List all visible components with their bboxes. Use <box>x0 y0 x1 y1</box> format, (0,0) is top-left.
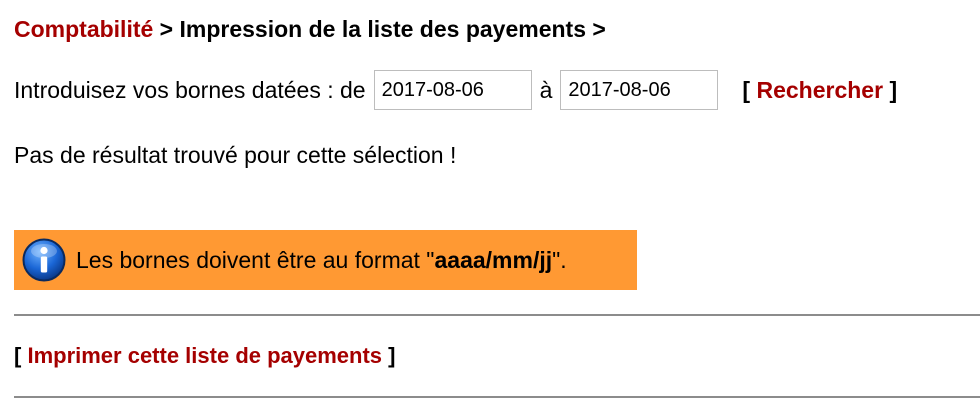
page-title: Impression de la liste des payements <box>179 16 587 42</box>
date-range-form: Introduisez vos bornes datées : de à [ R… <box>14 70 897 110</box>
bracket-open: [ <box>742 76 751 103</box>
print-list-link[interactable]: Imprimer cette liste de payements <box>27 343 382 368</box>
info-text-after: ". <box>552 246 567 273</box>
date-to-input[interactable] <box>560 70 719 110</box>
breadcrumb-separator: > <box>159 16 174 42</box>
info-text: Les bornes doivent être au format "aaaa/… <box>76 247 567 274</box>
date-range-label: Introduisez vos bornes datées : de <box>14 76 366 103</box>
breadcrumb-separator: > <box>592 16 606 42</box>
date-to-label: à <box>539 76 553 103</box>
info-format: aaaa/mm/jj <box>434 246 553 273</box>
search-button[interactable]: Rechercher <box>756 77 883 103</box>
bracket-close: ] <box>388 343 396 368</box>
print-link-wrapper: [ Imprimer cette liste de payements ] <box>14 341 396 371</box>
info-banner: Les bornes doivent être au format "aaaa/… <box>14 230 637 290</box>
bracket-close: ] <box>889 76 898 103</box>
info-icon <box>22 238 66 282</box>
breadcrumb: Comptabilité > Impression de la liste de… <box>14 14 606 44</box>
search-button-wrapper: [ Rechercher ] <box>742 77 897 104</box>
divider <box>14 314 980 316</box>
bracket-open: [ <box>14 343 22 368</box>
divider <box>14 396 980 398</box>
no-result-message: Pas de résultat trouvé pour cette sélect… <box>14 142 457 168</box>
breadcrumb-link-comptabilite[interactable]: Comptabilité <box>14 16 153 42</box>
date-from-input[interactable] <box>373 70 532 110</box>
info-text-before: Les bornes doivent être au format " <box>76 246 435 273</box>
